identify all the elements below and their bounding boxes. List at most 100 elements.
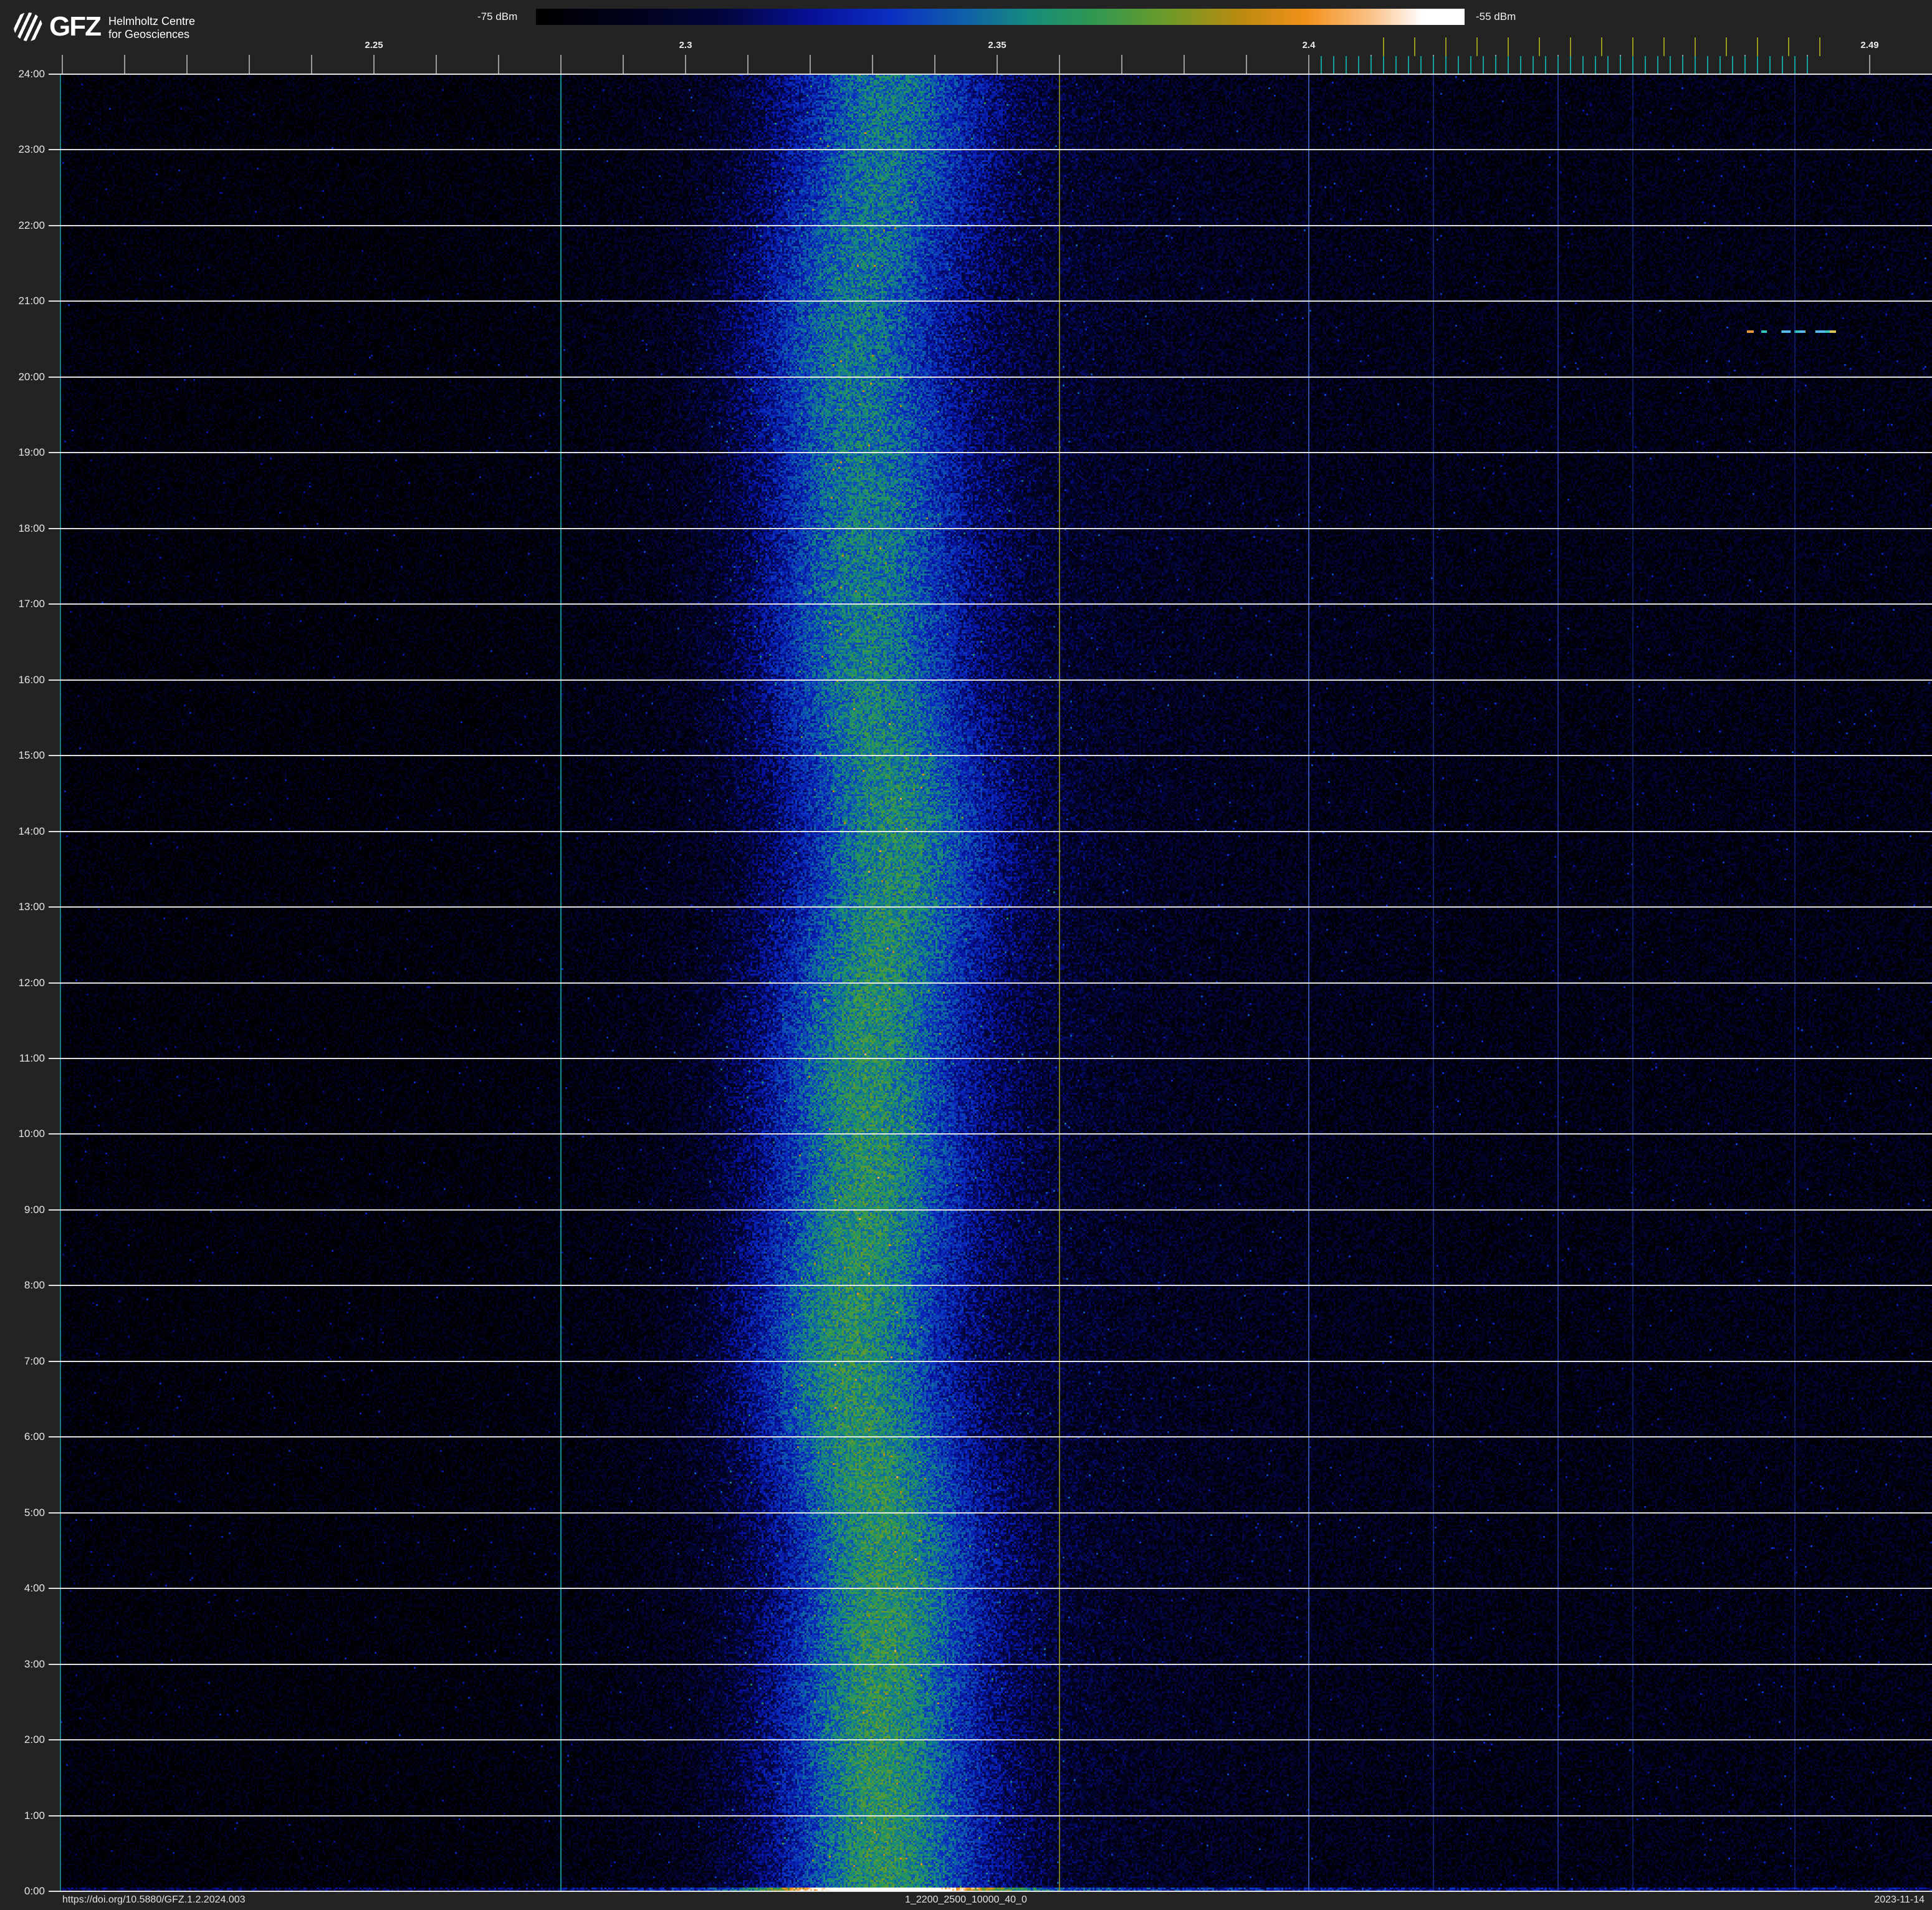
channel-tick-teal: [1807, 56, 1808, 74]
channel-tick-teal: [1346, 56, 1347, 74]
channel-tick-teal: [1495, 56, 1496, 74]
hour-label-19:00: 19:00: [18, 446, 45, 459]
hour-gridline: [49, 1209, 1932, 1211]
hour-label-16:00: 16:00: [18, 673, 45, 686]
channel-tick-teal: [1620, 56, 1621, 74]
freq-major-tick: [373, 55, 375, 74]
hour-gridline: [49, 452, 1932, 454]
hour-label-4:00: 4:00: [24, 1582, 45, 1595]
hour-label-14:00: 14:00: [18, 825, 45, 837]
channel-tick-teal: [1333, 56, 1334, 74]
colorbar-max-label: -55 dBm: [1476, 11, 1516, 22]
freq-major-tick: [498, 55, 499, 74]
hour-label-12:00: 12:00: [18, 976, 45, 989]
hour-label-7:00: 7:00: [24, 1355, 45, 1367]
channel-tick-yellow: [1788, 37, 1789, 56]
hour-label-9:00: 9:00: [24, 1203, 45, 1216]
channel-tick-teal: [1645, 56, 1646, 74]
channel-tick-teal: [1670, 56, 1671, 74]
channel-tick-teal: [1395, 56, 1397, 74]
hour-gridline: [49, 1588, 1932, 1590]
channel-tick-yellow: [1445, 37, 1447, 56]
hour-label-1:00: 1:00: [24, 1809, 45, 1821]
hour-gridline: [49, 755, 1932, 757]
channel-tick-teal: [1657, 56, 1658, 74]
power-colorbar: [536, 9, 1465, 25]
hour-label-20:00: 20:00: [18, 370, 45, 383]
channel-tick-teal: [1508, 56, 1509, 74]
channel-tick-yellow: [1539, 37, 1540, 56]
freq-major-tick: [124, 55, 125, 74]
hour-label-6:00: 6:00: [24, 1431, 45, 1443]
channel-tick-teal: [1744, 56, 1746, 74]
channel-tick-yellow: [1476, 37, 1478, 56]
channel-tick-teal: [1470, 56, 1471, 74]
channel-tick-teal: [1483, 56, 1484, 74]
freq-major-tick: [436, 55, 437, 74]
freq-major-tick: [872, 55, 873, 74]
hour-gridline: [49, 1285, 1932, 1287]
channel-tick-teal: [1570, 56, 1571, 74]
spectrogram-report-page: GFZ Helmholtz Centre for Geosciences -75…: [0, 0, 1932, 1910]
freq-major-tick: [997, 55, 998, 74]
channel-tick-yellow: [1508, 37, 1509, 56]
hour-gridline: [49, 376, 1932, 378]
hour-label-3:00: 3:00: [24, 1658, 45, 1670]
hour-gridline: [49, 603, 1932, 605]
hour-label-21:00: 21:00: [18, 295, 45, 307]
freq-major-tick: [1246, 55, 1247, 74]
freq-major-tick: [249, 55, 250, 74]
freq-major-tick: [1121, 55, 1122, 74]
freq-major-tick: [186, 55, 188, 74]
channel-tick-teal: [1321, 56, 1322, 74]
channel-tick-teal: [1383, 56, 1384, 74]
freq-major-tick: [1869, 55, 1870, 74]
hour-label-8:00: 8:00: [24, 1279, 45, 1292]
channel-tick-teal: [1433, 56, 1434, 74]
hour-label-22:00: 22:00: [18, 219, 45, 231]
hour-gridline: [49, 1512, 1932, 1514]
hour-label-10:00: 10:00: [18, 1128, 45, 1140]
freq-label-2.25: 2.25: [365, 40, 383, 50]
channel-tick-teal: [1458, 56, 1459, 74]
hour-label-11:00: 11:00: [19, 1052, 45, 1064]
channel-tick-yellow: [1570, 37, 1571, 56]
channel-tick-teal: [1794, 56, 1796, 74]
date-label: 2023-11-14: [1874, 1894, 1925, 1905]
channel-tick-teal: [1358, 56, 1359, 74]
channel-tick-teal: [1420, 56, 1422, 74]
channel-tick-teal: [1408, 56, 1409, 74]
freq-major-tick: [810, 55, 811, 74]
channel-tick-yellow: [1414, 37, 1415, 56]
hour-gridline: [49, 527, 1932, 529]
channel-tick-teal: [1682, 56, 1683, 74]
freq-major-tick: [623, 55, 624, 74]
channel-tick-teal: [1445, 56, 1447, 74]
channel-tick-teal: [1557, 56, 1559, 74]
gfz-logo-text: GFZ: [49, 11, 102, 42]
channel-tick-teal: [1632, 56, 1633, 74]
hour-gridline: [49, 1057, 1932, 1059]
channel-tick-teal: [1545, 56, 1546, 74]
channel-tick-yellow: [1663, 37, 1665, 56]
channel-tick-teal: [1370, 56, 1372, 74]
channel-tick-yellow: [1632, 37, 1633, 56]
hour-gridline: [49, 1739, 1932, 1741]
channel-tick-yellow: [1757, 37, 1758, 56]
hour-label-17:00: 17:00: [18, 598, 45, 610]
channel-tick-teal: [1719, 56, 1721, 74]
channel-tick-yellow: [1695, 37, 1696, 56]
freq-label-2.35: 2.35: [988, 40, 1007, 50]
channel-tick-yellow: [1601, 37, 1602, 56]
freq-label-2.3: 2.3: [679, 40, 692, 50]
freq-label-2.49: 2.49: [1860, 40, 1879, 50]
channel-tick-teal: [1582, 56, 1584, 74]
channel-tick-teal: [1707, 56, 1708, 74]
hour-gridline: [49, 906, 1932, 908]
hour-label-15:00: 15:00: [18, 749, 45, 762]
hour-gridline: [49, 149, 1932, 151]
hour-gridline: [49, 1360, 1932, 1362]
freq-major-tick: [311, 55, 312, 74]
hour-gridline: [49, 224, 1932, 226]
hour-label-5:00: 5:00: [24, 1506, 45, 1519]
